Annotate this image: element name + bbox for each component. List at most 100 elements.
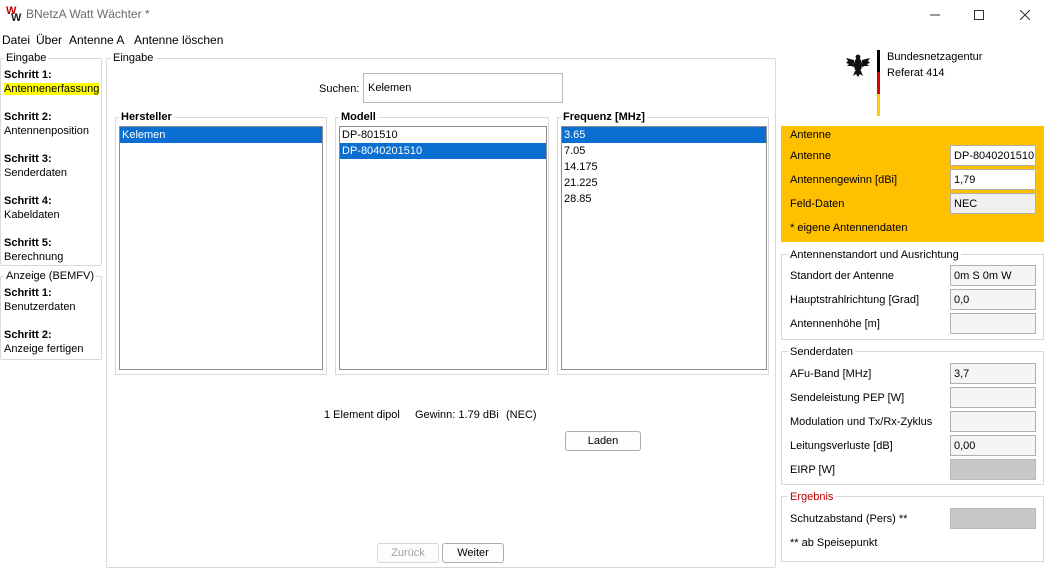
- close-button[interactable]: [1002, 0, 1044, 30]
- standort-field-value: 0m S 0m W: [954, 269, 1012, 282]
- nav-step3-head[interactable]: Schritt 3:: [4, 153, 52, 165]
- list-item[interactable]: 28.85: [562, 191, 766, 207]
- nav-step2-antennenposition[interactable]: Antennenposition: [4, 125, 89, 137]
- nav-step4-kabeldaten[interactable]: Kabeldaten: [4, 209, 60, 221]
- nav-step1-head[interactable]: Schritt 1:: [4, 69, 52, 81]
- eirp-field: [950, 459, 1036, 480]
- feld-daten-label: Feld-Daten: [790, 198, 845, 210]
- antenne-group: Antenne Antenne DP-8040201510 Antennenge…: [781, 126, 1044, 242]
- menu-ueber[interactable]: Über: [36, 33, 62, 47]
- nav-step3-senderdaten[interactable]: Senderdaten: [4, 167, 67, 179]
- main-input-panel: Eingabe Suchen: Kelemen Hersteller Kelem…: [106, 52, 776, 568]
- list-item[interactable]: Kelemen: [120, 127, 322, 143]
- weiter-button[interactable]: Weiter: [442, 543, 504, 563]
- logo-line1: Bundesnetzagentur: [887, 51, 983, 63]
- nav-anzeige-group: Anzeige (BEMFV) Schritt 1: Benutzerdaten…: [0, 270, 102, 360]
- list-item[interactable]: DP-801510: [340, 127, 546, 143]
- nav-step1-antennenerfassung[interactable]: Antennenerfassung: [4, 83, 100, 95]
- modell-title: Modell: [339, 111, 378, 123]
- afu-band-field[interactable]: 3,7: [950, 363, 1036, 384]
- hauptstrahlrichtung-label: Hauptstrahlrichtung [Grad]: [790, 294, 920, 306]
- antenne-title: Antenne: [788, 129, 833, 141]
- ergebnis-title: Ergebnis: [788, 491, 836, 503]
- schutzabstand-label: Schutzabstand (Pers) **: [790, 513, 908, 525]
- minimize-icon: [930, 14, 940, 16]
- standort-field[interactable]: 0m S 0m W: [950, 265, 1036, 286]
- nav-eingabe-legend: Eingabe: [4, 52, 49, 64]
- modell-listbox[interactable]: DP-801510 DP-8040201510: [339, 126, 547, 370]
- antenna-description: 1 Element dipol: [324, 409, 400, 421]
- hauptstrahlrichtung-field[interactable]: 0,0: [950, 289, 1036, 310]
- menu-antenne-loeschen[interactable]: Antenne löschen: [134, 33, 223, 47]
- afu-band-field-value: 3,7: [954, 367, 970, 380]
- window-title: BNetzA Watt Wächter *: [26, 7, 150, 21]
- search-input[interactable]: Kelemen: [363, 73, 563, 103]
- minimize-button[interactable]: [912, 0, 958, 30]
- maximize-button[interactable]: [956, 0, 1002, 30]
- eagle-icon: [846, 54, 870, 77]
- antenne-note: * eigene Antennendaten: [790, 222, 908, 234]
- nav-anzeige-legend: Anzeige (BEMFV): [4, 270, 97, 282]
- menu-antenne-a[interactable]: Antenne A: [69, 33, 124, 47]
- modulation-field[interactable]: [950, 411, 1036, 432]
- antennengewinn-label: Antennengewinn [dBi]: [790, 174, 898, 186]
- leitungsverluste-label: Leitungsverluste [dB]: [790, 440, 893, 452]
- nav-step5-head[interactable]: Schritt 5:: [4, 237, 52, 249]
- standort-group: Antennenstandort und Ausrichtung Standor…: [781, 249, 1044, 340]
- frequenz-title: Frequenz [MHz]: [561, 111, 647, 123]
- antenna-source: (NEC): [506, 409, 537, 421]
- list-item[interactable]: 7.05: [562, 143, 766, 159]
- list-item[interactable]: 3.65: [562, 127, 766, 143]
- antennenhoehe-field[interactable]: [950, 313, 1036, 334]
- laden-button[interactable]: Laden: [565, 431, 641, 451]
- antennengewinn-field[interactable]: 1,79: [950, 169, 1036, 190]
- menu-datei[interactable]: Datei: [2, 33, 30, 47]
- hersteller-listbox[interactable]: Kelemen: [119, 126, 323, 370]
- schutzabstand-field: [950, 508, 1036, 529]
- flag-gold-stripe: [877, 94, 880, 116]
- nav-step4-head[interactable]: Schritt 4:: [4, 195, 52, 207]
- nav-anzeige-step1-head[interactable]: Schritt 1:: [4, 287, 52, 299]
- list-item[interactable]: DP-8040201510: [340, 143, 546, 159]
- bundesnetzagentur-logo: Bundesnetzagentur Referat 414: [845, 50, 995, 120]
- senderdaten-title: Senderdaten: [788, 346, 855, 358]
- sendeleistung-field[interactable]: [950, 387, 1036, 408]
- antenne-label: Antenne: [790, 150, 831, 162]
- feld-daten-field-value: NEC: [954, 197, 978, 210]
- feld-daten-field[interactable]: NEC: [950, 193, 1036, 214]
- antennengewinn-field-value: 1,79: [954, 173, 976, 186]
- app-logo-icon: WW: [6, 5, 22, 24]
- nav-anzeige-step1-benutzerdaten[interactable]: Benutzerdaten: [4, 301, 76, 313]
- ergebnis-group: Ergebnis Schutzabstand (Pers) ** ** ab S…: [781, 491, 1044, 562]
- nav-anzeige-step2-head[interactable]: Schritt 2:: [4, 329, 52, 341]
- nav-step5-berechnung[interactable]: Berechnung: [4, 251, 63, 263]
- list-item[interactable]: 21.225: [562, 175, 766, 191]
- hersteller-title: Hersteller: [119, 111, 174, 123]
- hauptstrahlrichtung-field-value: 0,0: [954, 293, 970, 306]
- antenna-gain: Gewinn: 1.79 dBi: [415, 409, 499, 421]
- modulation-label: Modulation und Tx/Rx-Zyklus: [790, 416, 933, 428]
- maximize-icon: [974, 10, 984, 20]
- antenne-field[interactable]: DP-8040201510: [950, 145, 1036, 166]
- modell-group: Modell DP-801510 DP-8040201510: [335, 111, 549, 375]
- standort-title: Antennenstandort und Ausrichtung: [788, 249, 961, 261]
- list-item[interactable]: 14.175: [562, 159, 766, 175]
- leitungsverluste-field[interactable]: 0,00: [950, 435, 1036, 456]
- close-icon: [1020, 10, 1030, 20]
- flag-red-stripe: [877, 72, 880, 94]
- main-legend: Eingabe: [111, 52, 156, 64]
- nav-anzeige-step2-anzeige-fertigen[interactable]: Anzeige fertigen: [4, 343, 84, 355]
- antenne-field-value: DP-8040201510: [954, 149, 1035, 162]
- search-input-value: Kelemen: [368, 82, 412, 94]
- eirp-label: EIRP [W]: [790, 464, 836, 476]
- senderdaten-group: Senderdaten AFu-Band [MHz] 3,7 Sendeleis…: [781, 346, 1044, 485]
- frequenz-group: Frequenz [MHz] 3.65 7.05 14.175 21.225 2…: [557, 111, 769, 375]
- flag-black-stripe: [877, 50, 880, 72]
- nav-step2-head[interactable]: Schritt 2:: [4, 111, 52, 123]
- frequenz-listbox[interactable]: 3.65 7.05 14.175 21.225 28.85: [561, 126, 767, 370]
- zurueck-button[interactable]: Zurück: [377, 543, 439, 563]
- afu-band-label: AFu-Band [MHz]: [790, 368, 872, 380]
- sendeleistung-label: Sendeleistung PEP [W]: [790, 392, 905, 404]
- search-label: Suchen:: [319, 83, 360, 95]
- standort-label: Standort der Antenne: [790, 270, 894, 282]
